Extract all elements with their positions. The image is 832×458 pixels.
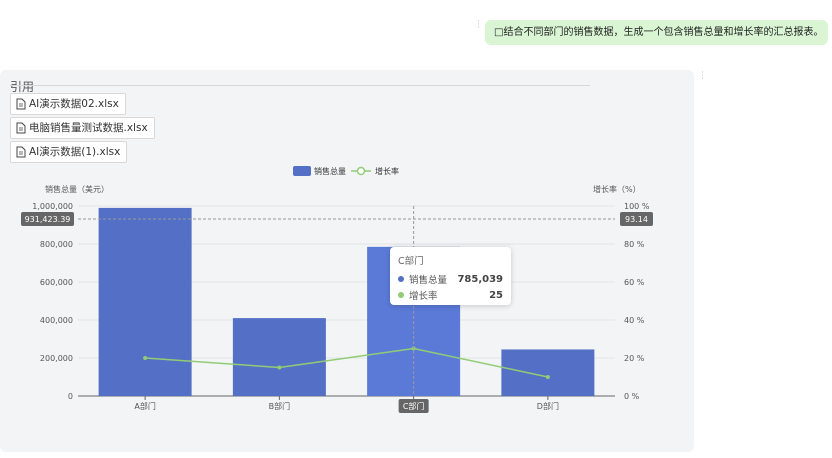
series-dot-icon: [398, 292, 404, 298]
y-tick-label: 600,000: [40, 278, 73, 287]
y-tick-label: 400,000: [40, 316, 73, 325]
legend-label: 增长率: [375, 166, 399, 176]
tooltip-series-value: 785,039: [457, 273, 503, 285]
growth-line: [145, 347, 549, 378]
x-tick-label: A部门: [134, 401, 155, 411]
y-tick-label-right: 80 %: [624, 240, 645, 249]
y-tick-label: 1,000,000: [32, 202, 73, 211]
y-tick-label-right: 20 %: [624, 354, 645, 363]
user-message-text: □结合不同部门的销售数据，生成一个包含销售总量和增长率的汇总报表。: [494, 27, 824, 38]
legend-line-marker: [356, 166, 366, 176]
y-axis-title: 销售总量（美元）: [45, 184, 109, 194]
file-name: AI演示数据(1).xlsx: [29, 146, 121, 158]
crosshair-right-label: 93.14: [625, 215, 648, 224]
crosshair-left-label: 931,423.39: [25, 215, 71, 224]
y-axis-right-title: 增长率（%）: [593, 184, 641, 194]
message-more-icon[interactable]: · · ·: [477, 18, 480, 33]
growth-point: [545, 375, 550, 379]
growth-point: [277, 365, 282, 370]
tooltip-row: 增长率 25: [398, 287, 503, 303]
document-icon: [16, 98, 26, 110]
tooltip-series-name: 销售总量: [409, 275, 448, 286]
bar: [98, 207, 192, 396]
file-chip[interactable]: AI演示数据02.xlsx: [10, 93, 126, 115]
legend-label: 销售总量: [314, 166, 346, 176]
file-name: 电脑销售量测试数据.xlsx: [29, 122, 148, 134]
y-tick-label-right: 0 %: [624, 392, 640, 401]
y-tick-label-right: 100 %: [624, 202, 650, 211]
tooltip-title: C部门: [398, 256, 424, 267]
file-name: AI演示数据02.xlsx: [29, 98, 119, 110]
bar: [232, 318, 326, 396]
sales-chart: 销售总量 增长率销售总量（美元） 增长率（%）0 0 %200,000 20 %400,…: [21, 166, 653, 413]
chart-tooltip: C部门 销售总量 785,039 增长率 25: [390, 247, 511, 305]
tooltip-series-value: 25: [489, 289, 503, 301]
series-dot-icon: [398, 276, 404, 282]
tooltip-series-name: 增长率: [409, 291, 438, 302]
legend-bar-swatch: [293, 166, 311, 176]
reply-more-icon[interactable]: · · ·: [701, 69, 704, 84]
x-axis-pointer-label: C部门: [403, 401, 425, 411]
y-tick-label: 0: [68, 392, 73, 401]
y-tick-label: 800,000: [40, 240, 73, 249]
x-tick-label: B部门: [269, 401, 291, 411]
reference-divider: [10, 85, 590, 86]
document-icon: [16, 122, 26, 134]
y-tick-label: 200,000: [40, 354, 73, 363]
file-chip[interactable]: 电脑销售量测试数据.xlsx: [10, 117, 155, 139]
user-message-bubble: □结合不同部门的销售数据，生成一个包含销售总量和增长率的汇总报表。: [485, 20, 828, 45]
document-icon: [16, 146, 26, 158]
growth-point: [143, 356, 148, 360]
y-tick-label-right: 60 %: [624, 278, 645, 287]
bar: [501, 349, 595, 396]
tooltip-row: 销售总量 785,039: [398, 271, 503, 287]
x-tick-label: D部门: [537, 401, 559, 411]
y-tick-label-right: 40 %: [624, 316, 645, 325]
